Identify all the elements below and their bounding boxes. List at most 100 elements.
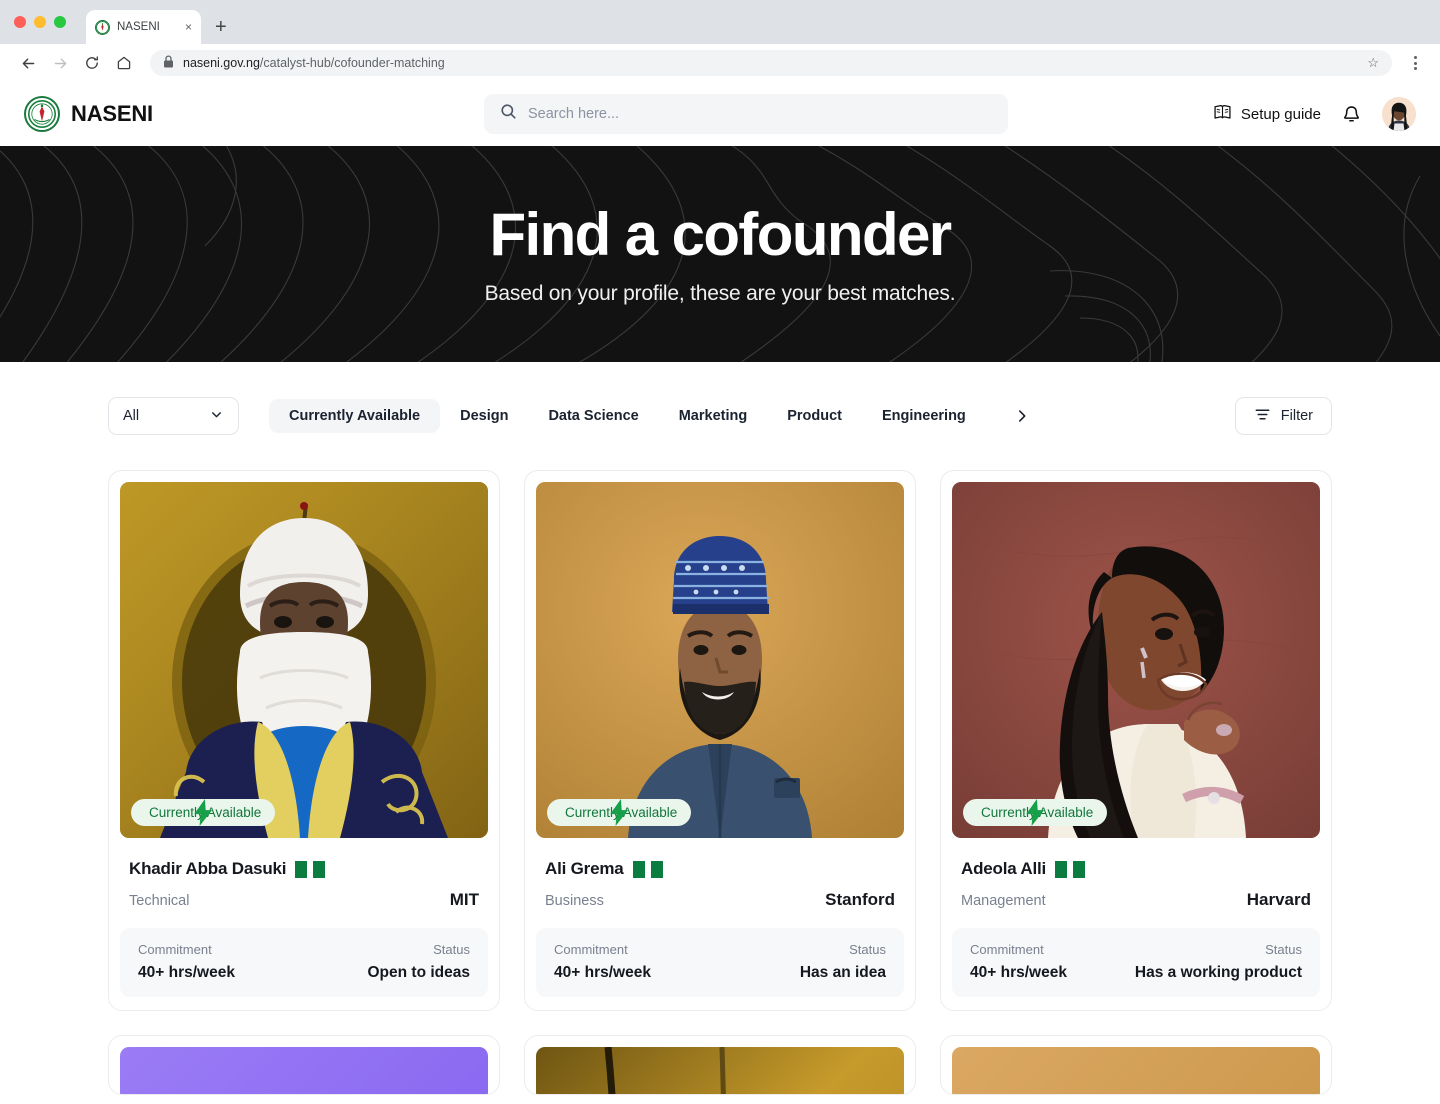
cofounder-card[interactable] xyxy=(108,1035,500,1095)
cofounder-meta-row: Technical MIT xyxy=(129,890,479,910)
cofounder-card-grid: Currently Available Khadir Abba Dasuki T… xyxy=(0,470,1440,1011)
browser-tabstrip: NASENI × + xyxy=(0,0,1440,44)
cofounder-meta-row: Management Harvard xyxy=(961,890,1311,910)
cofounder-photo: Currently Available xyxy=(952,482,1320,838)
cofounder-school: Stanford xyxy=(825,890,895,909)
cofounder-stats: Commitment Status 40+ hrs/week Has an id… xyxy=(536,928,904,997)
cofounder-role: Management xyxy=(961,893,1046,909)
flag-icons xyxy=(295,860,326,878)
cofounder-card[interactable] xyxy=(524,1035,916,1095)
url-host: naseni.gov.ng xyxy=(183,56,260,70)
cofounder-photo xyxy=(120,1047,488,1094)
commitment-value: 40+ hrs/week xyxy=(970,964,1067,981)
status-value: Has a working product xyxy=(1134,964,1302,981)
maximize-window-button[interactable] xyxy=(54,16,66,28)
status-value: Has an idea xyxy=(799,964,886,981)
cofounder-school: Harvard xyxy=(1246,890,1311,909)
chevron-down-icon xyxy=(209,407,224,426)
forward-icon[interactable] xyxy=(46,49,74,77)
address-bar[interactable]: naseni.gov.ng/catalyst-hub/cofounder-mat… xyxy=(150,50,1392,76)
brand-name: NASENI xyxy=(71,101,153,126)
back-icon[interactable] xyxy=(14,49,42,77)
url-path: /catalyst-hub/cofounder-matching xyxy=(259,56,445,70)
app-header: NASENI Setup guide xyxy=(0,82,1440,146)
search-bar[interactable] xyxy=(484,94,1008,134)
cofounder-photo: Currently Available xyxy=(536,482,904,838)
close-window-button[interactable] xyxy=(14,16,26,28)
reload-icon[interactable] xyxy=(78,49,106,77)
header-actions: Setup guide xyxy=(1213,97,1416,131)
category-select-value: All xyxy=(123,408,140,424)
cofounder-card[interactable]: Currently Available Ali Grema Business S… xyxy=(524,470,916,1011)
filter-bar: All Currently Available Design Data Scie… xyxy=(0,362,1440,470)
status-value: Open to ideas xyxy=(367,964,471,981)
window-traffic-lights xyxy=(14,16,66,28)
category-chips: Currently Available Design Data Science … xyxy=(269,399,1042,433)
cofounder-card[interactable]: Currently Available Adeola Alli Manageme… xyxy=(940,470,1332,1011)
commitment-label: Commitment xyxy=(138,942,212,957)
cofounder-name-row: Ali Grema xyxy=(545,859,895,879)
naseni-emblem-icon xyxy=(95,19,110,35)
cofounder-name: Khadir Abba Dasuki xyxy=(129,859,287,878)
cofounder-name: Adeola Alli xyxy=(961,859,1047,878)
avatar[interactable] xyxy=(1382,97,1416,131)
flag-icons xyxy=(1055,860,1086,878)
chip-product[interactable]: Product xyxy=(767,399,862,433)
cofounder-school: MIT xyxy=(449,890,479,909)
bookmark-icon[interactable]: ☆ xyxy=(1367,55,1379,71)
browser-tab[interactable]: NASENI × xyxy=(86,10,201,44)
status-badge: Currently Available xyxy=(547,799,692,826)
chip-data-science[interactable]: Data Science xyxy=(528,399,658,433)
kebab-menu-icon[interactable] xyxy=(1404,56,1426,70)
commitment-label: Commitment xyxy=(554,942,628,957)
setup-guide-button[interactable]: Setup guide xyxy=(1213,103,1321,126)
browser-toolbar: naseni.gov.ng/catalyst-hub/cofounder-mat… xyxy=(0,44,1440,82)
status-label: Status xyxy=(1265,942,1302,957)
commitment-value: 40+ hrs/week xyxy=(138,964,235,981)
cofounder-photo xyxy=(952,1047,1320,1094)
page-title: Find a cofounder xyxy=(489,200,952,268)
search-input[interactable] xyxy=(528,106,992,122)
chip-design[interactable]: Design xyxy=(440,399,528,433)
book-icon xyxy=(1213,103,1232,126)
browser-chrome: NASENI × + naseni.gov.ng/catalyst-hub/co… xyxy=(0,0,1440,82)
status-label: Status xyxy=(433,942,470,957)
new-tab-button[interactable]: + xyxy=(215,17,227,37)
chip-currently-available[interactable]: Currently Available xyxy=(269,399,441,433)
naseni-logo-icon xyxy=(24,96,60,132)
cofounder-photo xyxy=(536,1047,904,1094)
cofounder-stats: Commitment Status 40+ hrs/week Has a wor… xyxy=(952,928,1320,997)
bell-icon[interactable] xyxy=(1341,104,1362,125)
close-icon[interactable]: × xyxy=(185,21,192,33)
chip-marketing[interactable]: Marketing xyxy=(659,399,768,433)
hero-banner: Find a cofounder Based on your profile, … xyxy=(0,146,1440,362)
category-select[interactable]: All xyxy=(108,397,239,435)
filter-button-label: Filter xyxy=(1280,408,1313,424)
minimize-window-button[interactable] xyxy=(34,16,46,28)
cofounder-photo: Currently Available xyxy=(120,482,488,838)
cofounder-card-grid-row2 xyxy=(0,1035,1440,1095)
filter-button[interactable]: Filter xyxy=(1234,397,1332,435)
lock-icon xyxy=(163,55,174,71)
commitment-value: 40+ hrs/week xyxy=(554,964,651,981)
status-label: Status xyxy=(849,942,886,957)
cofounder-card[interactable] xyxy=(940,1035,1332,1095)
cofounder-role: Business xyxy=(545,893,604,909)
cofounder-role: Technical xyxy=(129,893,190,909)
cofounder-name-row: Adeola Alli xyxy=(961,859,1311,879)
chevron-right-icon[interactable] xyxy=(1002,402,1042,430)
browser-tab-title: NASENI xyxy=(117,21,160,33)
brand[interactable]: NASENI xyxy=(24,96,153,132)
home-icon[interactable] xyxy=(110,49,138,77)
status-badge: Currently Available xyxy=(131,799,276,826)
cofounder-card[interactable]: Currently Available Khadir Abba Dasuki T… xyxy=(108,470,500,1011)
cofounder-meta-row: Business Stanford xyxy=(545,890,895,910)
cofounder-name-row: Khadir Abba Dasuki xyxy=(129,859,479,879)
status-badge: Currently Available xyxy=(963,799,1108,826)
setup-guide-label: Setup guide xyxy=(1240,105,1321,123)
commitment-label: Commitment xyxy=(970,942,1044,957)
chip-engineering[interactable]: Engineering xyxy=(862,399,986,433)
search-icon xyxy=(500,103,517,125)
cofounder-stats: Commitment Status 40+ hrs/week Open to i… xyxy=(120,928,488,997)
flag-icons xyxy=(632,860,663,878)
